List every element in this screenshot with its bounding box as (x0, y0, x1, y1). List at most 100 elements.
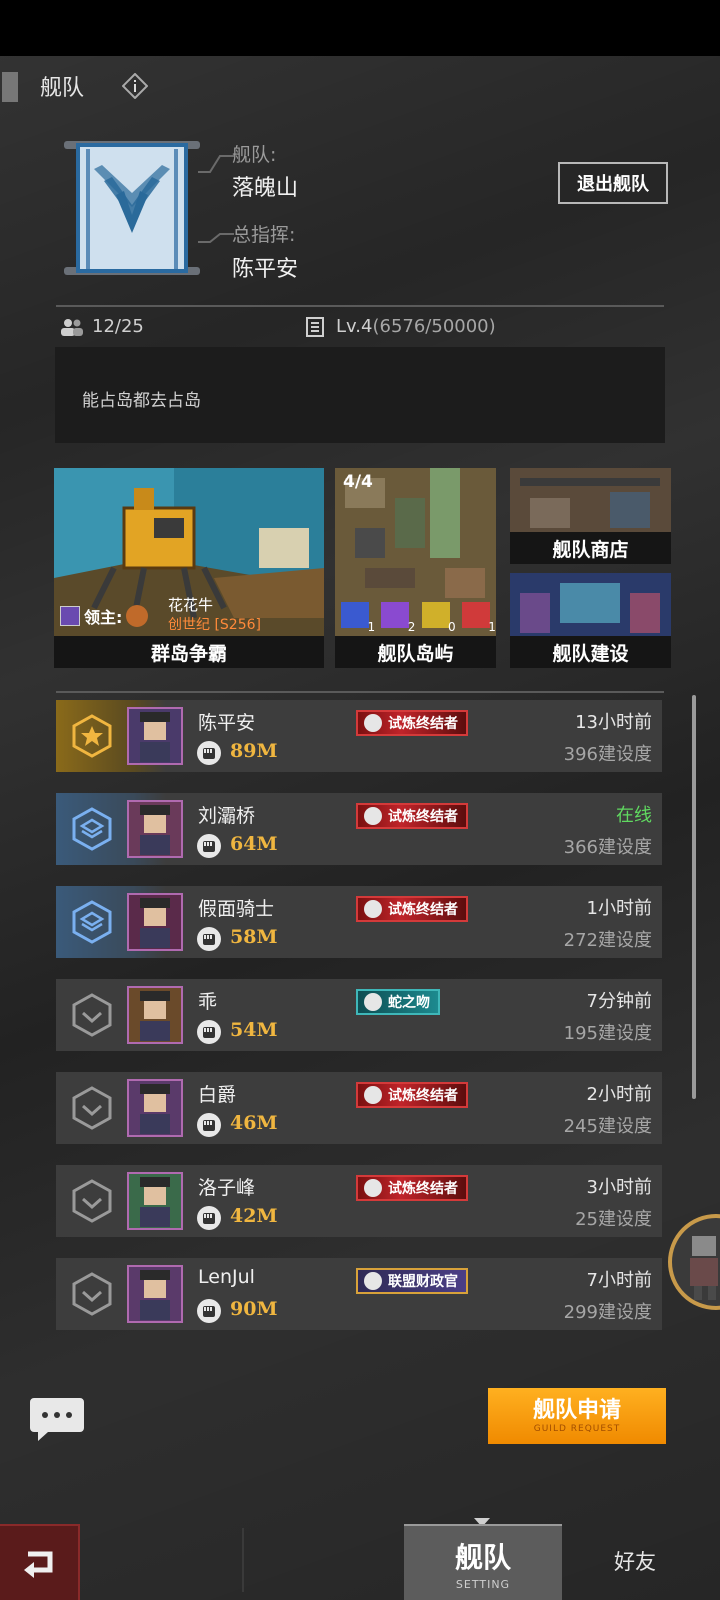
rank-hexagon-icon (72, 1086, 112, 1130)
member-last-seen: 1小时前 (586, 898, 652, 919)
fleet-build-art (510, 573, 671, 636)
island-war-tile[interactable]: 领主: 花花牛 创世纪 [S256] 群岛争霸 (54, 468, 324, 668)
member-title: 试炼终结者 (388, 809, 458, 825)
member-title-badge: 试炼终结者 (356, 710, 468, 736)
commander-label: 总指挥: (232, 224, 296, 246)
member-title: 试炼终结者 (388, 1181, 458, 1197)
fleet-build-caption: 舰队建设 (510, 636, 671, 668)
members-icon (61, 319, 83, 336)
member-contribution: 299建设度 (563, 1302, 652, 1323)
rank-hexagon-icon (72, 1179, 112, 1223)
member-avatar (127, 986, 183, 1044)
title-emblem-icon (364, 1272, 382, 1290)
member-row[interactable]: 刘灞桥 64M 试炼终结者 在线 366建设度 (56, 793, 662, 865)
fleet-level-value: Lv.4 (336, 316, 373, 337)
fist-power-icon (197, 1113, 221, 1137)
back-button[interactable] (0, 1524, 80, 1600)
title-emblem-icon (364, 900, 382, 918)
fleet-banner-icon (64, 141, 200, 275)
fleet-exp: (6576/50000) (372, 316, 496, 337)
lord-name: 花花牛 (168, 596, 214, 614)
member-avatar (127, 800, 183, 858)
title-emblem-icon (364, 1086, 382, 1104)
rank-hexagon-icon (72, 714, 112, 758)
member-power: 89M (230, 740, 278, 762)
quit-fleet-button[interactable]: 退出舰队 (558, 162, 668, 204)
chat-icon[interactable] (30, 1396, 84, 1442)
member-title: 联盟财政官 (388, 1274, 458, 1290)
island-type-icon: 1 (341, 602, 375, 634)
member-power: 64M (230, 833, 278, 855)
island-count: 0 (447, 620, 456, 634)
floating-character-icon[interactable] (668, 1212, 720, 1312)
island-count: 1 (488, 620, 496, 634)
nav-tab-fleet-sublabel: SETTING (455, 1578, 511, 1591)
fleet-notice-text: 能占岛都去占岛 (82, 391, 201, 411)
island-type-icon: 1 (461, 602, 496, 634)
member-title-badge: 试炼终结者 (356, 803, 468, 829)
member-contribution: 272建设度 (563, 930, 652, 951)
title-emblem-icon (364, 1179, 382, 1197)
island-type-icon: 0 (421, 602, 456, 634)
member-title-badge: 试炼终结者 (356, 896, 468, 922)
member-power: 54M (230, 1019, 278, 1041)
member-avatar (127, 1265, 183, 1323)
rank-hexagon-icon (72, 807, 112, 851)
member-name: LenJul (198, 1266, 255, 1288)
fleet-apply-button[interactable]: 舰队申请 GUILD REQUEST (488, 1388, 666, 1444)
fleet-apply-label: 舰队申请 (532, 1397, 621, 1423)
lord-info: 领主: (60, 604, 149, 628)
fleet-name-label: 舰队: (232, 144, 277, 166)
title-emblem-icon (364, 714, 382, 732)
island-count: 1 (367, 620, 376, 634)
title-emblem-icon (364, 993, 382, 1011)
member-last-seen: 3小时前 (586, 1177, 652, 1198)
member-count: 12/25 (92, 316, 144, 337)
island-count: 2 (407, 620, 416, 634)
member-row[interactable]: 乖 54M 蛇之吻 7分钟前 195建设度 (56, 979, 662, 1051)
rank-hexagon-icon (72, 900, 112, 944)
fleet-shop-caption: 舰队商店 (510, 532, 671, 564)
header-accent-bar (2, 72, 18, 102)
scrollbar[interactable] (692, 695, 696, 1099)
fleet-islands-tile[interactable]: 4/4 1 2 0 1 舰队岛屿 (335, 468, 496, 668)
member-title: 试炼终结者 (388, 902, 458, 918)
title-emblem-icon (364, 807, 382, 825)
lord-label: 领主: (84, 608, 123, 627)
member-title-badge: 试炼终结者 (356, 1175, 468, 1201)
fleet-shop-tile[interactable]: 舰队商店 (510, 468, 671, 564)
fleet-build-tile[interactable]: 舰队建设 (510, 573, 671, 668)
fist-power-icon (197, 1206, 221, 1230)
fleet-name: 落魄山 (232, 176, 299, 201)
member-contribution: 366建设度 (563, 837, 652, 858)
member-row[interactable]: 假面骑士 58M 试炼终结者 1小时前 272建设度 (56, 886, 662, 958)
member-last-seen: 13小时前 (575, 712, 652, 733)
fist-power-icon (197, 741, 221, 765)
status-bar (0, 0, 720, 56)
member-name: 白爵 (198, 1084, 237, 1106)
connector-lines (198, 155, 234, 243)
member-name: 假面骑士 (198, 898, 275, 920)
nav-tab-fleet[interactable]: 舰队 SETTING (404, 1524, 562, 1600)
member-row[interactable]: LenJul 90M 联盟财政官 7小时前 299建设度 (56, 1258, 662, 1330)
lord-avatar (126, 605, 149, 627)
nav-tab-friends[interactable]: 好友 (614, 1546, 656, 1576)
island-counts: 1 2 0 1 (335, 602, 496, 634)
lord-server: 创世纪 [S256] (168, 617, 261, 633)
member-contribution: 245建设度 (563, 1116, 652, 1137)
member-power: 58M (230, 926, 278, 948)
member-avatar (127, 1079, 183, 1137)
member-row[interactable]: 陈平安 89M 试炼终结者 13小时前 396建设度 (56, 700, 662, 772)
member-title-badge: 联盟财政官 (356, 1268, 468, 1294)
member-title: 试炼终结者 (388, 716, 458, 732)
info-icon[interactable] (122, 73, 148, 99)
divider (56, 305, 664, 307)
member-row[interactable]: 白爵 46M 试炼终结者 2小时前 245建设度 (56, 1072, 662, 1144)
level-flag-icon (306, 317, 324, 337)
member-row[interactable]: 洛子峰 42M 试炼终结者 3小时前 25建设度 (56, 1165, 662, 1237)
islands-progress: 4/4 (343, 472, 373, 492)
fleet-level: Lv.4(6576/50000) (336, 316, 496, 337)
rank-hexagon-icon (72, 1272, 112, 1316)
member-name: 刘灞桥 (198, 805, 256, 827)
commander-name: 陈平安 (232, 257, 299, 282)
